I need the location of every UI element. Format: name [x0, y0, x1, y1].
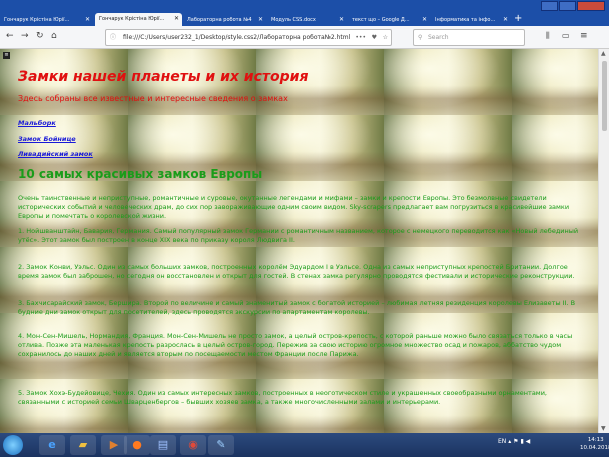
internet-explorer-icon[interactable]: e — [39, 435, 65, 455]
close-tab-icon[interactable]: ✕ — [85, 14, 90, 26]
paragraph: 4. Мон-Сен-Мишель, Нормандия, Франция. М… — [18, 332, 573, 358]
tab-4[interactable]: Модуль CSS.docx ✕ — [267, 14, 347, 26]
clock-time: 14:13 — [587, 437, 604, 443]
close-tab-icon[interactable]: ✕ — [339, 14, 344, 26]
vertical-scrollbar[interactable]: ▲ ▼ — [598, 49, 609, 433]
tab-5[interactable]: текст що – Google Д... ✕ — [348, 14, 430, 26]
tab-2-active[interactable]: Гончарук Крістіна Юрiї... ✕ — [95, 13, 182, 26]
tab-label: Модуль CSS.docx — [271, 17, 316, 23]
tab-label: Лабораторна робота №4 — [187, 17, 252, 23]
back-arrow-icon[interactable]: ← — [6, 31, 14, 41]
section-title: 10 самых красивых замков Европы — [18, 167, 263, 181]
tab-1[interactable]: Гончарук Крістіна Юрiї... ✕ — [0, 14, 93, 26]
link-livadia[interactable]: Ливадийский замок — [18, 150, 93, 158]
volume-icon[interactable]: ◀ — [526, 438, 531, 445]
paint-icon[interactable]: ✎ — [208, 435, 234, 455]
close-tab-icon[interactable]: ✕ — [258, 14, 263, 26]
new-tab-button[interactable]: + — [514, 13, 522, 24]
paragraph: 3. Бахчисарайский замок, Бершира. Второй… — [18, 299, 576, 316]
browser-toolbar: ← → ↻ ⌂ ⓘ file:///C:/Users/user232_1/Des… — [0, 26, 609, 49]
forward-arrow-icon[interactable]: → — [21, 31, 29, 41]
clock[interactable]: 14:13 10.04.2018 — [580, 436, 609, 452]
clock-date: 10.04.2018 — [580, 445, 609, 451]
chrome-icon[interactable]: ◉ — [180, 435, 206, 455]
search-input[interactable]: ⚲ Search — [413, 29, 525, 46]
tab-label: Інформатика та інфо... — [435, 17, 496, 23]
minimize-button[interactable] — [541, 1, 558, 11]
page-viewport: ≡ Замки нашей планеты и их история Здесь… — [0, 49, 598, 433]
home-icon[interactable]: ⌂ — [51, 31, 57, 41]
windows-taskbar: e ▰ ▶ ● ▤ ◉ ✎ EN ▴ ⚑ ▮ ◀ 14:13 10.04.201… — [0, 433, 609, 457]
paragraph: Очень таинственные и неприступные, роман… — [18, 194, 570, 220]
close-tab-icon[interactable]: ✕ — [422, 14, 427, 26]
tab-6[interactable]: Інформатика та інфо... ✕ — [431, 14, 511, 26]
language-indicator[interactable]: EN — [498, 438, 506, 445]
paragraph: 5. Замок Хохэ-Будейовице, Чехия. Один из… — [18, 389, 547, 406]
tab-label: Гончарук Крістіна Юрiї... — [99, 16, 165, 22]
library-icon[interactable]: ⫼ — [546, 31, 550, 41]
menu-icon[interactable]: ≡ — [580, 31, 588, 41]
browser-tab-strip: Гончарук Крістіна Юрiї... ✕ Гончарук Крі… — [0, 0, 609, 26]
info-icon[interactable]: ⓘ — [110, 30, 116, 45]
page-actions-icon[interactable]: ••• — [355, 30, 366, 45]
scroll-down-arrow-icon[interactable]: ▼ — [601, 425, 606, 432]
address-bar[interactable]: ⓘ file:///C:/Users/user232_1/Desktop/sty… — [105, 29, 392, 46]
network-icon[interactable]: ▤ — [150, 435, 176, 455]
start-button[interactable] — [3, 435, 23, 455]
firefox-icon[interactable]: ● — [124, 435, 150, 455]
system-tray: EN ▴ ⚑ ▮ ◀ — [498, 438, 530, 445]
file-explorer-icon[interactable]: ▰ — [70, 435, 96, 455]
pocket-icon[interactable]: ♥ — [372, 30, 377, 45]
tab-label: Гончарук Крістіна Юрiї... — [4, 17, 70, 23]
flag-icon[interactable]: ⚑ — [513, 438, 518, 445]
bookmark-star-icon[interactable]: ☆ — [383, 30, 388, 45]
tab-label: текст що – Google Д... — [352, 17, 410, 23]
sidebar-icon[interactable]: ▭ — [562, 31, 570, 40]
search-placeholder: Search — [428, 34, 449, 41]
search-icon: ⚲ — [418, 34, 423, 41]
link-bojnice[interactable]: Замок Бойнице — [18, 135, 76, 143]
paragraph: 2. Замок Конви, Уэльс. Один из самых бол… — [18, 263, 575, 280]
page-title: Замки нашей планеты и их история — [18, 69, 309, 85]
reload-icon[interactable]: ↻ — [36, 31, 44, 41]
page-menu-icon[interactable]: ≡ — [3, 52, 10, 59]
paragraph: 1. Нойшванштайн, Бавария, Германия. Самы… — [18, 227, 579, 244]
tab-3[interactable]: Лабораторна робота №4 ✕ — [183, 14, 266, 26]
scroll-up-arrow-icon[interactable]: ▲ — [601, 50, 606, 57]
close-window-button[interactable] — [577, 1, 605, 11]
link-malbork[interactable]: Мальборк — [18, 119, 56, 127]
url-text: file:///C:/Users/user232_1/Desktop/style… — [123, 34, 351, 41]
close-tab-icon[interactable]: ✕ — [174, 13, 179, 25]
close-tab-icon[interactable]: ✕ — [503, 14, 508, 26]
page-subtitle: Здесь собраны все известные и интересные… — [18, 94, 288, 103]
window-controls — [541, 1, 605, 11]
scroll-thumb[interactable] — [602, 61, 607, 131]
maximize-button[interactable] — [559, 1, 576, 11]
